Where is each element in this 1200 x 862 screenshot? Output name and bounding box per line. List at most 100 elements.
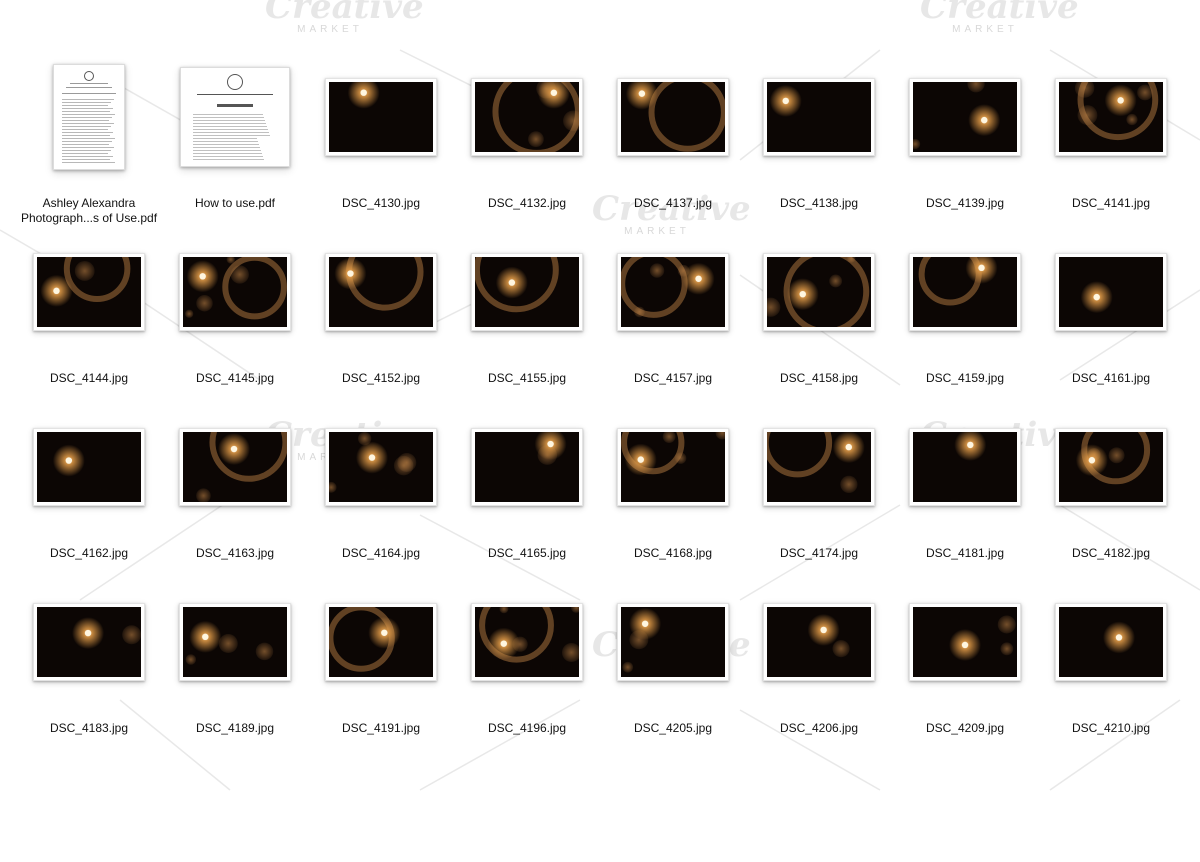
file-item-image[interactable]: DSC_4174.jpg <box>746 412 892 587</box>
file-thumbnail[interactable] <box>892 62 1038 172</box>
file-name-label[interactable]: DSC_4163.jpg <box>156 546 314 561</box>
file-thumbnail[interactable] <box>600 62 746 172</box>
file-thumbnail[interactable] <box>308 62 454 172</box>
file-name-label[interactable]: DSC_4139.jpg <box>886 196 1044 211</box>
file-thumbnail[interactable] <box>16 237 162 347</box>
file-thumbnail[interactable] <box>308 412 454 522</box>
file-thumbnail[interactable] <box>308 587 454 697</box>
file-name-label[interactable]: DSC_4174.jpg <box>740 546 898 561</box>
file-name-label[interactable]: DSC_4164.jpg <box>302 546 460 561</box>
file-item-image[interactable]: DSC_4189.jpg <box>162 587 308 762</box>
file-name-label[interactable]: DSC_4132.jpg <box>448 196 606 211</box>
file-item-image[interactable]: DSC_4139.jpg <box>892 62 1038 237</box>
file-thumbnail[interactable] <box>1038 587 1184 697</box>
file-thumbnail[interactable] <box>162 62 308 172</box>
file-name-label[interactable]: DSC_4168.jpg <box>594 546 752 561</box>
file-thumbnail[interactable] <box>454 62 600 172</box>
file-name-label[interactable]: DSC_4210.jpg <box>1032 721 1190 736</box>
file-name-label[interactable]: DSC_4141.jpg <box>1032 196 1190 211</box>
file-thumbnail[interactable] <box>892 412 1038 522</box>
file-thumbnail[interactable] <box>1038 412 1184 522</box>
file-thumbnail[interactable] <box>746 587 892 697</box>
file-name-label[interactable]: DSC_4144.jpg <box>10 371 168 386</box>
file-thumbnail[interactable] <box>1038 62 1184 172</box>
file-thumbnail[interactable] <box>162 412 308 522</box>
file-item-image[interactable]: DSC_4138.jpg <box>746 62 892 237</box>
file-name-label[interactable]: DSC_4189.jpg <box>156 721 314 736</box>
file-name-label[interactable]: DSC_4182.jpg <box>1032 546 1190 561</box>
file-item-image[interactable]: DSC_4210.jpg <box>1038 587 1184 762</box>
photo-frame <box>325 253 437 331</box>
file-thumbnail[interactable] <box>454 587 600 697</box>
file-name-label[interactable]: DSC_4158.jpg <box>740 371 898 386</box>
photo-thumbnail <box>37 607 141 677</box>
file-item-image[interactable]: DSC_4196.jpg <box>454 587 600 762</box>
file-item-image[interactable]: DSC_4205.jpg <box>600 587 746 762</box>
file-item-image[interactable]: DSC_4161.jpg <box>1038 237 1184 412</box>
file-name-label[interactable]: DSC_4161.jpg <box>1032 371 1190 386</box>
file-item-image[interactable]: DSC_4145.jpg <box>162 237 308 412</box>
file-name-label[interactable]: DSC_4138.jpg <box>740 196 898 211</box>
document-text-line <box>62 99 114 100</box>
file-name-label[interactable]: DSC_4137.jpg <box>594 196 752 211</box>
file-item-image[interactable]: DSC_4137.jpg <box>600 62 746 237</box>
file-thumbnail[interactable] <box>746 237 892 347</box>
file-item-image[interactable]: DSC_4130.jpg <box>308 62 454 237</box>
file-item-image[interactable]: DSC_4152.jpg <box>308 237 454 412</box>
document-logo-icon <box>227 74 243 90</box>
file-item-image[interactable]: DSC_4144.jpg <box>16 237 162 412</box>
file-name-label[interactable]: DSC_4205.jpg <box>594 721 752 736</box>
file-item-image[interactable]: DSC_4158.jpg <box>746 237 892 412</box>
file-name-label[interactable]: DSC_4206.jpg <box>740 721 898 736</box>
file-item-image[interactable]: DSC_4164.jpg <box>308 412 454 587</box>
file-item-image[interactable]: DSC_4182.jpg <box>1038 412 1184 587</box>
file-name-label[interactable]: DSC_4157.jpg <box>594 371 752 386</box>
file-name-label[interactable]: DSC_4130.jpg <box>302 196 460 211</box>
file-name-label[interactable]: DSC_4183.jpg <box>10 721 168 736</box>
file-name-label[interactable]: How to use.pdf <box>156 196 314 211</box>
file-item-pdf[interactable]: How to use.pdf <box>162 62 308 237</box>
file-name-label[interactable]: DSC_4196.jpg <box>448 721 606 736</box>
file-thumbnail[interactable] <box>892 237 1038 347</box>
file-item-image[interactable]: DSC_4159.jpg <box>892 237 1038 412</box>
file-item-image[interactable]: DSC_4141.jpg <box>1038 62 1184 237</box>
file-thumbnail[interactable] <box>16 62 162 172</box>
file-thumbnail[interactable] <box>600 237 746 347</box>
file-item-image[interactable]: DSC_4162.jpg <box>16 412 162 587</box>
file-thumbnail[interactable] <box>162 237 308 347</box>
file-thumbnail[interactable] <box>308 237 454 347</box>
file-name-label[interactable]: DSC_4159.jpg <box>886 371 1044 386</box>
file-item-image[interactable]: DSC_4165.jpg <box>454 412 600 587</box>
file-name-label[interactable]: DSC_4145.jpg <box>156 371 314 386</box>
file-name-label[interactable]: DSC_4165.jpg <box>448 546 606 561</box>
file-name-label[interactable]: DSC_4209.jpg <box>886 721 1044 736</box>
file-thumbnail[interactable] <box>16 412 162 522</box>
file-name-label[interactable]: DSC_4181.jpg <box>886 546 1044 561</box>
file-item-image[interactable]: DSC_4191.jpg <box>308 587 454 762</box>
file-item-image[interactable]: DSC_4181.jpg <box>892 412 1038 587</box>
file-item-image[interactable]: DSC_4168.jpg <box>600 412 746 587</box>
file-thumbnail[interactable] <box>746 62 892 172</box>
file-name-label[interactable]: DSC_4162.jpg <box>10 546 168 561</box>
file-item-pdf[interactable]: Ashley Alexandra Photograph...s of Use.p… <box>16 62 162 237</box>
file-name-label[interactable]: Ashley Alexandra Photograph...s of Use.p… <box>10 196 168 226</box>
file-thumbnail[interactable] <box>454 237 600 347</box>
file-thumbnail[interactable] <box>892 587 1038 697</box>
file-thumbnail[interactable] <box>600 412 746 522</box>
file-thumbnail[interactable] <box>162 587 308 697</box>
file-item-image[interactable]: DSC_4209.jpg <box>892 587 1038 762</box>
file-name-label[interactable]: DSC_4191.jpg <box>302 721 460 736</box>
file-name-label[interactable]: DSC_4152.jpg <box>302 371 460 386</box>
file-item-image[interactable]: DSC_4132.jpg <box>454 62 600 237</box>
file-thumbnail[interactable] <box>600 587 746 697</box>
file-item-image[interactable]: DSC_4206.jpg <box>746 587 892 762</box>
file-thumbnail[interactable] <box>454 412 600 522</box>
file-name-label[interactable]: DSC_4155.jpg <box>448 371 606 386</box>
file-item-image[interactable]: DSC_4163.jpg <box>162 412 308 587</box>
file-item-image[interactable]: DSC_4155.jpg <box>454 237 600 412</box>
file-item-image[interactable]: DSC_4183.jpg <box>16 587 162 762</box>
file-thumbnail[interactable] <box>16 587 162 697</box>
file-thumbnail[interactable] <box>1038 237 1184 347</box>
file-item-image[interactable]: DSC_4157.jpg <box>600 237 746 412</box>
file-thumbnail[interactable] <box>746 412 892 522</box>
